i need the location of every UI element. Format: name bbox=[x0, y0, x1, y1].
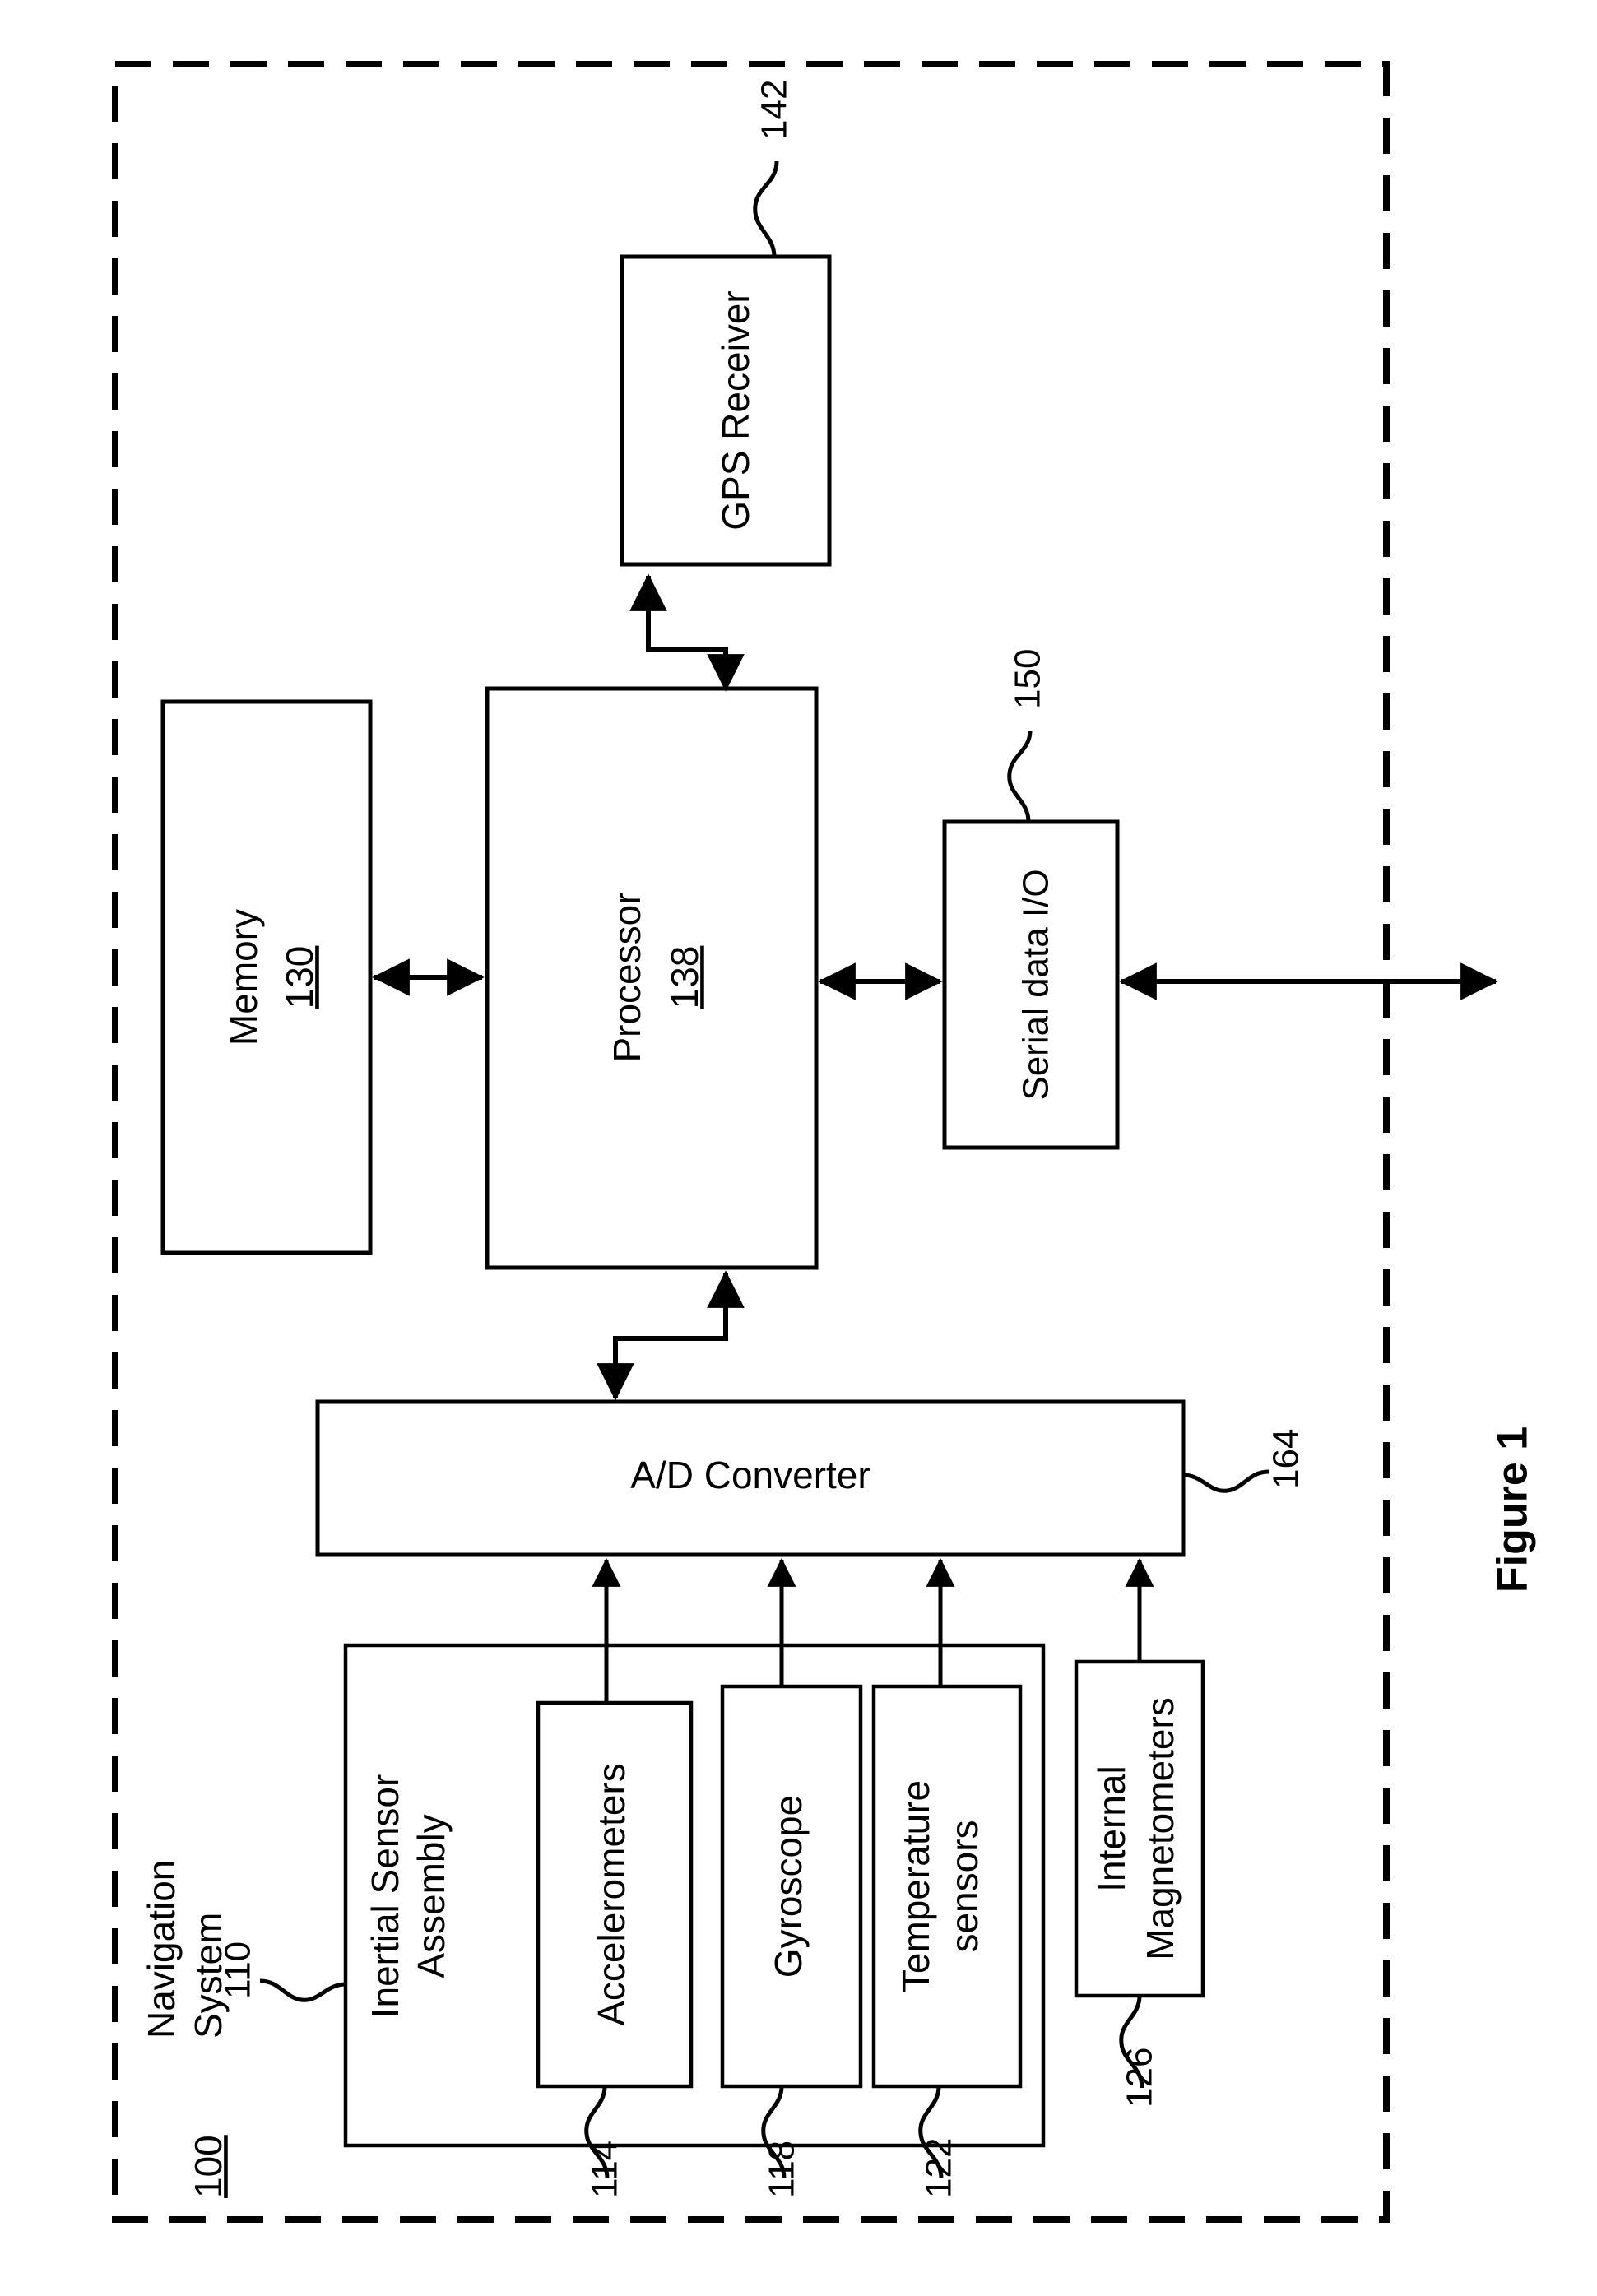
inertial-sensor-assembly-leader bbox=[259, 1978, 346, 2002]
gyroscope-label: Gyroscope bbox=[767, 1795, 810, 1978]
gyroscope-ref: 118 bbox=[762, 2141, 802, 2198]
processor-ref: 138 bbox=[663, 946, 706, 1009]
serial-data-io-leader bbox=[1007, 730, 1033, 823]
accelerometers-label: Accelerometers bbox=[590, 1763, 633, 2026]
memory-ref: 130 bbox=[278, 946, 321, 1009]
navigation-system-ref: 100 bbox=[187, 2135, 230, 2198]
gps-receiver-label: GPS Receiver bbox=[714, 290, 757, 530]
memory-label: Memory bbox=[222, 909, 265, 1046]
patent-figure: GPS Receiver 142 Memory 130 Processor 13… bbox=[0, 0, 1597, 2296]
serial-data-io-ref: 150 bbox=[1008, 649, 1048, 709]
ad-converter-label: A/D Converter bbox=[630, 1454, 870, 1496]
temperature-sensors-label-line1: Temperature bbox=[894, 1780, 937, 1992]
internal-magnetometers-label-line2: Magnetometers bbox=[1139, 1697, 1182, 1960]
navigation-system-title-line1: Navigation bbox=[140, 1860, 183, 2039]
processor-box[interactable] bbox=[485, 686, 819, 1270]
temperature-sensors-label-line2: sensors bbox=[943, 1820, 986, 1952]
ad-converter-leader bbox=[1182, 1469, 1270, 1493]
inertial-sensor-assembly-label-line2: Assembly bbox=[410, 1814, 453, 1978]
temperature-sensors-ref: 122 bbox=[919, 2138, 959, 2198]
navigation-system-title-line2: System bbox=[187, 1913, 230, 2039]
memory-box[interactable] bbox=[160, 699, 373, 1255]
figure-caption: Figure 1 bbox=[1489, 1426, 1537, 1593]
ad-converter-ref: 164 bbox=[1266, 1429, 1307, 1489]
internal-magnetometers-ref: 126 bbox=[1120, 2048, 1160, 2108]
serial-data-io-label: Serial data I/O bbox=[1016, 869, 1056, 1100]
accelerometers-ref: 114 bbox=[585, 2141, 625, 2198]
processor-gps-connector bbox=[629, 573, 745, 692]
internal-magnetometers-label-line1: Internal bbox=[1090, 1765, 1133, 1891]
gps-receiver-ref: 142 bbox=[754, 80, 795, 140]
ad-converter-processor-connector bbox=[597, 1270, 745, 1401]
inertial-sensor-assembly-label-line1: Inertial Sensor bbox=[364, 1774, 406, 2019]
processor-label: Processor bbox=[606, 892, 648, 1062]
gps-receiver-leader bbox=[753, 160, 779, 257]
figure-canvas: GPS Receiver 142 Memory 130 Processor 13… bbox=[112, 61, 1537, 2223]
